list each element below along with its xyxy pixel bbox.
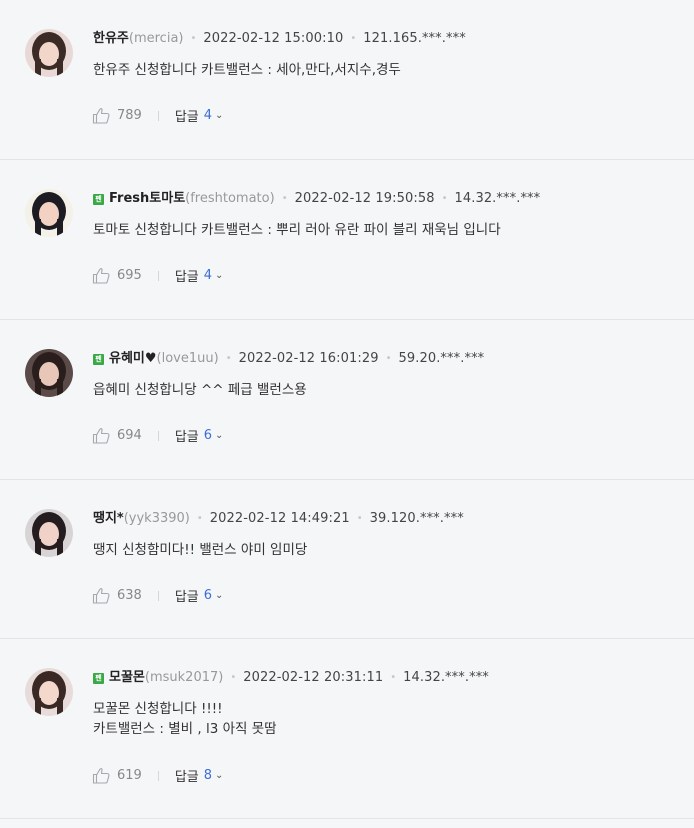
comment-meta: 펜 모꿀몬 (msuk2017) • 2022-02-12 20:31:11 •… <box>93 669 489 687</box>
action-divider <box>157 770 159 781</box>
comment-meta: 펜 유혜미♥ (love1uu) • 2022-02-12 16:01:29 •… <box>93 350 484 368</box>
comment-ip: 39.120.***.*** <box>369 511 464 526</box>
nickname[interactable]: Fresh토마토 <box>109 190 185 208</box>
comment-item: 펜 유혜미♥ (love1uu) • 2022-02-12 16:01:29 •… <box>0 320 694 480</box>
avatar[interactable] <box>25 509 73 557</box>
thumbs-up-icon[interactable] <box>92 267 111 284</box>
reply-count[interactable]: 4 <box>204 108 212 123</box>
chevron-down-icon[interactable]: ⌄ <box>215 430 223 441</box>
comment-actions: 638 답글 6 ⌄ <box>92 586 223 605</box>
reply-count[interactable]: 6 <box>204 428 212 443</box>
comment-date: 2022-02-12 15:00:10 <box>203 31 344 46</box>
thumbs-up-icon[interactable] <box>92 767 111 784</box>
chevron-down-icon[interactable]: ⌄ <box>215 270 223 281</box>
separator-dot: • <box>230 672 237 683</box>
comment-actions: 619 답글 8 ⌄ <box>92 766 223 785</box>
separator-dot: • <box>281 193 288 204</box>
fan-badge-icon: 펜 <box>93 193 104 205</box>
comment-list: 한유주 (mercia) • 2022-02-12 15:00:10 • 121… <box>0 0 694 819</box>
comment-ip: 121.165.***.*** <box>363 31 466 46</box>
avatar-image <box>25 29 73 77</box>
thumbs-up-icon[interactable] <box>92 107 111 124</box>
comment-actions: 695 답글 4 ⌄ <box>92 266 223 285</box>
user-id: (freshtomato) <box>185 191 275 206</box>
comment-text: 읍혜미 신청합니당 ^^ 페급 밸런스용 <box>93 382 307 398</box>
like-count: 638 <box>117 588 142 603</box>
reply-button[interactable]: 답글 <box>175 266 199 285</box>
comment-date: 2022-02-12 19:50:58 <box>294 191 435 206</box>
comment-meta: 펜 Fresh토마토 (freshtomato) • 2022-02-12 19… <box>93 190 540 208</box>
user-id: (mercia) <box>128 31 184 46</box>
action-divider <box>157 430 159 441</box>
comment-item: 땡지* (yyk3390) • 2022-02-12 14:49:21 • 39… <box>0 480 694 639</box>
nickname[interactable]: 유혜미♥ <box>109 350 157 368</box>
reply-button[interactable]: 답글 <box>175 586 199 605</box>
reply-button[interactable]: 답글 <box>175 426 199 445</box>
comment-date: 2022-02-12 20:31:11 <box>243 670 384 685</box>
avatar-image <box>25 509 73 557</box>
avatar[interactable] <box>25 189 73 237</box>
chevron-down-icon[interactable]: ⌄ <box>215 110 223 121</box>
thumbs-up-icon[interactable] <box>92 427 111 444</box>
like-count: 695 <box>117 268 142 283</box>
action-divider <box>157 110 159 121</box>
reply-count[interactable]: 6 <box>204 588 212 603</box>
like-count: 789 <box>117 108 142 123</box>
thumbs-up-icon[interactable] <box>92 587 111 604</box>
avatar[interactable] <box>25 29 73 77</box>
separator-dot: • <box>390 672 397 683</box>
reply-count[interactable]: 4 <box>204 268 212 283</box>
comment-date: 2022-02-12 16:01:29 <box>238 351 379 366</box>
reply-count[interactable]: 8 <box>204 768 212 783</box>
like-count: 619 <box>117 768 142 783</box>
avatar[interactable] <box>25 349 73 397</box>
fan-badge-icon: 펜 <box>93 353 104 365</box>
avatar[interactable] <box>25 668 73 716</box>
separator-dot: • <box>190 33 197 44</box>
chevron-down-icon[interactable]: ⌄ <box>215 770 223 781</box>
nickname[interactable]: 한유주 <box>93 30 129 48</box>
chevron-down-icon[interactable]: ⌄ <box>215 590 223 601</box>
user-id: (yyk3390) <box>123 511 190 526</box>
like-count: 694 <box>117 428 142 443</box>
separator-dot: • <box>441 193 448 204</box>
action-divider <box>157 270 159 281</box>
action-divider <box>157 590 159 601</box>
avatar-image <box>25 668 73 716</box>
comment-actions: 789 답글 4 ⌄ <box>92 106 223 125</box>
user-id: (msuk2017) <box>144 670 224 685</box>
user-id: (love1uu) <box>156 351 219 366</box>
separator-dot: • <box>385 353 392 364</box>
comment-actions: 694 답글 6 ⌄ <box>92 426 223 445</box>
comment-ip: 14.32.***.*** <box>403 670 489 685</box>
reply-button[interactable]: 답글 <box>175 106 199 125</box>
separator-dot: • <box>350 33 357 44</box>
comment-text: 토마토 신청합니다 카트밸런스 : 뿌리 러아 유란 파이 블리 재욱님 입니다 <box>93 222 501 238</box>
comment-ip: 14.32.***.*** <box>454 191 541 206</box>
comment-text: 모꿀몬 신청합니다 !!!! 카트밸런스 : 별비 , l3 아직 못땀 <box>93 701 277 737</box>
fan-badge-icon: 펜 <box>93 672 104 684</box>
comment-meta: 한유주 (mercia) • 2022-02-12 15:00:10 • 121… <box>93 30 466 48</box>
comment-ip: 59.20.***.*** <box>398 351 485 366</box>
nickname[interactable]: 땡지* <box>93 510 124 528</box>
comment-item: 한유주 (mercia) • 2022-02-12 15:00:10 • 121… <box>0 0 694 160</box>
separator-dot: • <box>225 353 232 364</box>
comment-text: 한유주 신청합니다 카트밸런스 : 세아,만다,서지수,경두 <box>93 62 401 78</box>
comment-text: 땡지 신청함미다!! 밸런스 야미 임미당 <box>93 542 308 558</box>
comment-item: 펜 Fresh토마토 (freshtomato) • 2022-02-12 19… <box>0 160 694 320</box>
separator-dot: • <box>356 513 363 524</box>
separator-dot: • <box>196 513 203 524</box>
comment-item: 펜 모꿀몬 (msuk2017) • 2022-02-12 20:31:11 •… <box>0 639 694 819</box>
avatar-image <box>25 349 73 397</box>
comment-date: 2022-02-12 14:49:21 <box>209 511 350 526</box>
avatar-image <box>25 189 73 237</box>
nickname[interactable]: 모꿀몬 <box>109 669 145 687</box>
comment-meta: 땡지* (yyk3390) • 2022-02-12 14:49:21 • 39… <box>93 510 464 528</box>
reply-button[interactable]: 답글 <box>175 766 199 785</box>
